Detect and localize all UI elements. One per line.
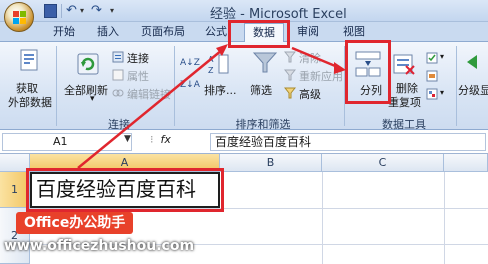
watermark-badge: Office办公助手 (16, 212, 134, 234)
watermark: Office办公助手 www.officezhushou.com (4, 208, 194, 264)
watermark-url: www.officezhushou.com (4, 238, 195, 254)
